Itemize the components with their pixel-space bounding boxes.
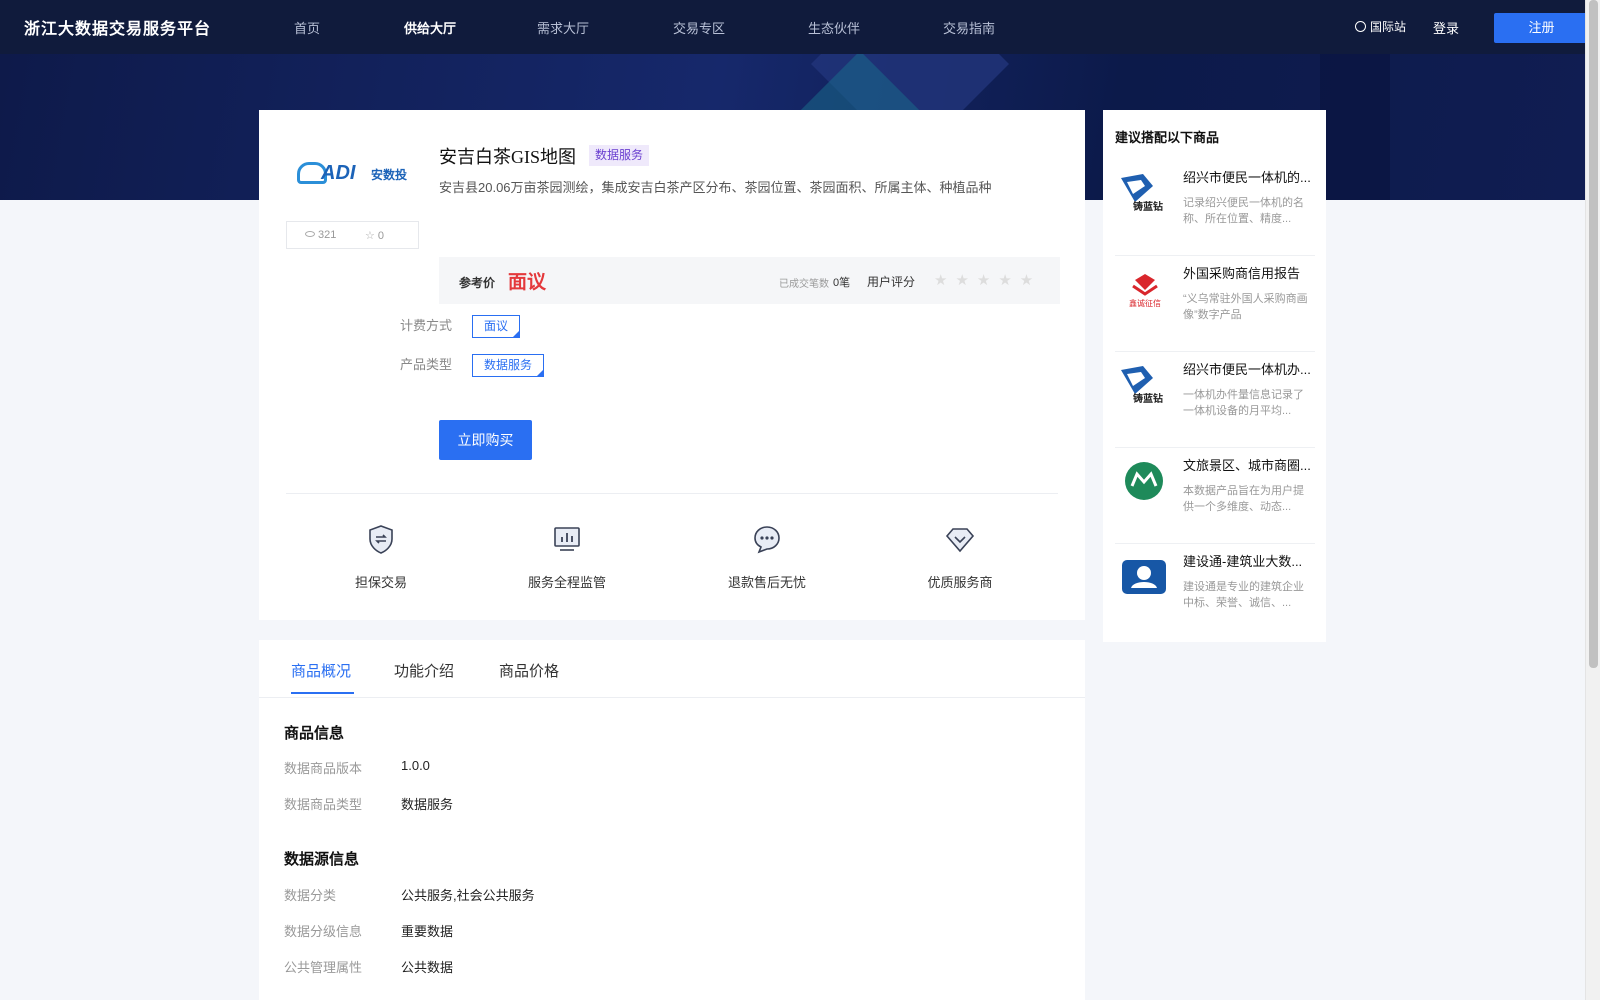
info-value: 重要数据: [401, 924, 454, 939]
credit-logo-icon: 鑫诚征信: [1129, 274, 1161, 308]
eye-icon: [305, 231, 315, 237]
details-card: 商品概况 功能介绍 商品价格 商品信息 数据商品版本 1.0.0 数据商品类型 …: [259, 640, 1085, 1000]
rating-label: 用户评分: [867, 275, 916, 289]
feature-guarantee: 担保交易: [321, 523, 441, 591]
recommend-panel: 建议搭配以下商品 铸蓝钻 绍兴市便民一体机的... 记录绍兴便民一体机的名称、所…: [1103, 110, 1326, 642]
favorite-count: 0: [377, 230, 384, 242]
price-box: 参考价 面议 已成交笔数 0笔 用户评分 ★★★★★: [439, 257, 1060, 304]
svg-text:鑫诚征信: 鑫诚征信: [1129, 298, 1161, 308]
recommend-item[interactable]: 文旅景区、城市商圈... 本数据产品旨在为用户提供一个多维度、动态...: [1115, 448, 1315, 544]
favorite-toggle[interactable]: ☆ 0: [365, 229, 384, 242]
chat-bubble-icon: [754, 526, 780, 554]
info-label: 数据商品类型: [284, 797, 363, 812]
deals-label: 已成交笔数: [779, 279, 829, 290]
nav-partners[interactable]: 生态伙伴: [808, 18, 860, 37]
info-value: 1.0.0: [401, 758, 430, 773]
info-value: 数据服务: [401, 797, 454, 812]
deals-value: 0笔: [833, 277, 851, 289]
feature-quality: 优质服务商: [900, 523, 1020, 591]
page-scrollbar[interactable]: [1585, 0, 1600, 1000]
nav-guide[interactable]: 交易指南: [943, 18, 995, 37]
price-label: 参考价: [459, 276, 496, 290]
product-tag: 数据服务: [589, 145, 650, 166]
info-value: 公共服务,社会公共服务: [401, 888, 535, 903]
feature-refund: 退款售后无忧: [707, 523, 827, 591]
billing-chip[interactable]: 面议: [472, 315, 521, 338]
star-icon: ☆: [365, 230, 375, 242]
recommend-item[interactable]: 建设通-建筑业大数... 建设通是专业的建筑企业中标、荣誉、诚信、...: [1115, 544, 1315, 640]
product-description: 安吉县20.06万亩茶园测绘，集成安吉白茶产区分布、茶园位置、茶园面积、所属主体…: [439, 180, 992, 195]
info-label: 数据分类: [284, 888, 337, 903]
nav-home[interactable]: 首页: [294, 18, 320, 37]
globe-icon: [1355, 21, 1366, 32]
product-title: 安吉白茶GIS地图: [439, 147, 577, 167]
recommend-item[interactable]: 铸蓝钻 绍兴市便民一体机办... 一体机办件量信息记录了一体机设备的月平均...: [1115, 352, 1315, 448]
type-chip[interactable]: 数据服务: [472, 354, 545, 377]
info-label: 数据商品版本: [284, 761, 363, 776]
info-label: 公共管理属性: [284, 960, 363, 975]
diamond-logo-icon: 铸蓝钻: [1121, 366, 1163, 405]
product-stats: 321 ☆ 0: [286, 221, 419, 249]
rating-stars: ★★★★★: [934, 272, 1042, 289]
vendor-logo: ADI 安数投: [297, 160, 409, 188]
nav-trade-zone[interactable]: 交易专区: [673, 18, 725, 37]
top-nav: 浙江大数据交易服务平台 首页 供给大厅 需求大厅 交易专区 生态伙伴 交易指南 …: [0, 0, 1589, 54]
price-value: 面议: [508, 272, 547, 293]
construction-logo-icon: [1122, 560, 1166, 594]
recommend-item[interactable]: 鑫诚征信 外国采购商信用报告 “义乌常驻外国人采购商画像”数字产品: [1115, 256, 1315, 352]
nav-supply[interactable]: 供给大厅: [404, 18, 456, 37]
tab-pricing[interactable]: 商品价格: [499, 660, 559, 681]
register-button[interactable]: 注册: [1494, 13, 1589, 43]
tab-features[interactable]: 功能介绍: [394, 660, 454, 681]
tab-overview[interactable]: 商品概况: [291, 660, 351, 681]
login-link[interactable]: 登录: [1433, 18, 1459, 37]
section-title-source-info: 数据源信息: [284, 851, 360, 868]
section-title-product-info: 商品信息: [284, 725, 345, 742]
intl-site-link[interactable]: 国际站: [1355, 18, 1406, 35]
type-label: 产品类型: [400, 357, 453, 372]
monitor-icon: [554, 527, 580, 551]
billing-label: 计费方式: [400, 318, 453, 333]
svg-text:铸蓝钻: 铸蓝钻: [1133, 200, 1163, 213]
shield-icon: [369, 525, 393, 554]
svg-text:铸蓝钻: 铸蓝钻: [1133, 392, 1163, 405]
diamond-icon: [945, 528, 975, 553]
recommend-title: 建议搭配以下商品: [1115, 130, 1220, 145]
view-count: 321: [318, 229, 337, 241]
diamond-logo-icon: 铸蓝钻: [1121, 174, 1163, 213]
buy-now-button[interactable]: 立即购买: [439, 420, 532, 460]
nav-demand[interactable]: 需求大厅: [537, 18, 589, 37]
scrollbar-thumb[interactable]: [1589, 0, 1598, 668]
tourism-logo-icon: [1125, 462, 1163, 500]
brand-title[interactable]: 浙江大数据交易服务平台: [24, 15, 211, 39]
info-value: 公共数据: [401, 960, 454, 975]
product-card: ADI 安数投 321 ☆ 0 安吉白茶GIS地图 数据服务 安吉县20.06万亩…: [259, 110, 1085, 620]
feature-supervision: 服务全程监管: [507, 523, 627, 591]
recommend-item[interactable]: 铸蓝钻 绍兴市便民一体机的... 记录绍兴便民一体机的名称、所在位置、精度...: [1115, 160, 1315, 256]
info-label: 数据分级信息: [284, 924, 363, 939]
